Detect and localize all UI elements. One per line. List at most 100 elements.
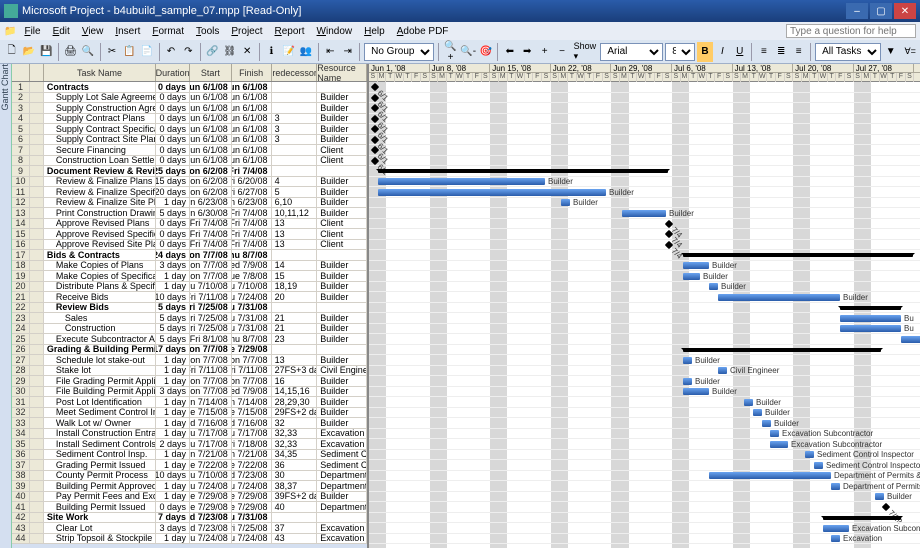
gantt-row[interactable]: Builder [369,187,920,198]
cut-icon[interactable]: ✂ [104,42,119,62]
col-header-ind[interactable] [30,64,44,81]
hide-icon[interactable]: − [554,42,569,62]
gantt-bar[interactable]: Builder [753,409,762,416]
table-row[interactable]: 40Pay Permit Fees and Excise Taxes1 dayT… [12,492,367,503]
table-row[interactable]: 6Supply Contract Site Plan0 daysSun 6/1/… [12,135,367,146]
gantt-bar[interactable]: Builder [683,357,692,364]
menu-view[interactable]: View [76,24,110,39]
table-row[interactable]: 24Construction5 daysFri 7/25/08Thu 7/31/… [12,324,367,335]
table-row[interactable]: 2Supply Lot Sale Agreement0 daysSun 6/1/… [12,93,367,104]
minimize-button[interactable]: – [846,3,868,19]
gantt-bar[interactable]: Builder [683,262,709,269]
gantt-bar[interactable] [823,516,901,520]
menu-window[interactable]: Window [311,24,359,39]
col-header-finish[interactable]: Finish [232,64,272,81]
zoom-in-icon[interactable]: 🔍+ [443,42,458,62]
gantt-row[interactable]: Builder [369,408,920,419]
table-row[interactable]: 29File Grading Permit Application1 dayMo… [12,376,367,387]
table-row[interactable]: 28Stake lot1 dayFri 7/11/08Fri 7/11/0827… [12,366,367,377]
gantt-row[interactable]: Builder [369,198,920,209]
show-label[interactable]: Show ▾ [574,41,597,62]
info-icon[interactable]: ℹ [264,42,279,62]
gantt-bar[interactable]: Department of Permits & [709,472,831,479]
table-row[interactable]: 19Make Copies of Specifications1 dayMon … [12,271,367,282]
align-right-icon[interactable]: ≡ [791,42,806,62]
gantt-bar[interactable]: Builder [718,294,840,301]
bold-icon[interactable]: B [697,42,712,62]
gantt-row[interactable]: Department of Permits [369,481,920,492]
gantt-bar[interactable]: Sediment Control Inspector [805,451,814,458]
filter-label[interactable]: ∀= [904,46,915,57]
open-icon[interactable]: 📂 [21,42,36,62]
menu-edit[interactable]: Edit [47,24,76,39]
underline-icon[interactable]: U [732,42,747,62]
table-row[interactable]: 11Review & Finalize Specifications20 day… [12,187,367,198]
gantt-bar[interactable]: 7/4 [665,230,673,238]
gantt-row[interactable]: 6/1 [369,93,920,104]
gantt-row[interactable]: 7/4 [369,229,920,240]
maximize-button[interactable]: ▢ [870,3,892,19]
table-row[interactable]: 39Building Permit Approved1 dayThu 7/24/… [12,481,367,492]
table-row[interactable]: 3Supply Construction Agreement0 daysSun … [12,103,367,114]
table-row[interactable]: 38County Permit Process10 daysThu 7/10/0… [12,471,367,482]
outdent-task-icon[interactable]: ⬅ [502,42,517,62]
gantt-bar[interactable]: 6/1 [371,125,379,133]
gantt-bar[interactable]: Builder [744,399,753,406]
gantt-bar[interactable]: Excavation [831,535,840,542]
gantt-bar[interactable]: 6/1 [371,83,379,91]
gantt-row[interactable]: Excavation [369,534,920,545]
gantt-bar[interactable]: Builder [683,388,709,395]
fontsize-select[interactable]: 8 [665,43,695,61]
gantt-row[interactable]: Builder [369,355,920,366]
align-center-icon[interactable]: ≣ [774,42,789,62]
col-header-res[interactable]: Resource Name [317,64,367,81]
outdent-icon[interactable]: ⇥ [340,42,355,62]
col-header-id[interactable] [12,64,30,81]
gantt-bar[interactable]: Sediment Control Inspector [814,462,823,469]
save-icon[interactable]: 💾 [39,42,54,62]
table-row[interactable]: 31Post Lot Identification1 dayMon 7/14/0… [12,397,367,408]
gantt-bar[interactable]: Builder [561,199,570,206]
zoom-out-icon[interactable]: 🔍- [460,42,476,62]
table-row[interactable]: 23Sales5 daysFri 7/25/08Thu 7/31/0821Bui… [12,313,367,324]
gantt-row[interactable]: Builder [369,282,920,293]
gantt-row[interactable]: 6/1 [369,135,920,146]
split-icon[interactable]: ✕ [240,42,255,62]
gantt-bar[interactable]: 6/1 [371,135,379,143]
gantt-row[interactable]: Builder [369,387,920,398]
menu-help[interactable]: Help [358,24,391,39]
col-header-start[interactable]: Start [190,64,232,81]
goto-icon[interactable]: 🎯 [478,42,493,62]
gantt-row[interactable]: Excavation Subcontractor [369,429,920,440]
gantt-bar[interactable] [901,336,920,343]
gantt-row[interactable] [369,250,920,261]
table-row[interactable]: 9Document Review & Revision25 daysMon 6/… [12,166,367,177]
table-row[interactable]: 16Approve Revised Site Plan0 daysFri 7/4… [12,240,367,251]
gantt-bar[interactable]: Builder [378,189,606,196]
gantt-row[interactable]: Builder [369,271,920,282]
gantt-bar[interactable] [378,169,668,173]
link-icon[interactable]: 🔗 [205,42,220,62]
gantt-row[interactable]: Builder [369,261,920,272]
table-row[interactable]: 4Supply Contract Plans0 daysSun 6/1/08Su… [12,114,367,125]
autofilter-icon[interactable]: ▼ [883,42,898,62]
undo-icon[interactable]: ↶ [163,42,178,62]
col-header-dur[interactable]: Duration [156,64,190,81]
menu-adobepdf[interactable]: Adobe PDF [391,24,455,39]
filter-select[interactable]: All Tasks [815,43,881,61]
table-row[interactable]: 42Site Work7 daysWed 7/23/08Thu 7/31/08 [12,513,367,524]
table-row[interactable]: 30File Building Permit Application3 days… [12,387,367,398]
gantt-row[interactable]: 7/29 [369,502,920,513]
gantt-row[interactable]: Builder [369,292,920,303]
gantt-row[interactable]: 6/1 [369,145,920,156]
table-row[interactable]: 18Make Copies of Plans3 daysMon 7/7/08We… [12,261,367,272]
table-row[interactable]: 36Sediment Control Insp.1 dayMon 7/21/08… [12,450,367,461]
gantt-bar[interactable]: 6/1 [371,104,379,112]
gantt-bar[interactable]: 6/1 [371,156,379,164]
table-row[interactable]: 26Grading & Building Permits17 daysMon 7… [12,345,367,356]
gantt-bar[interactable]: Excavation Subcontractor [770,430,779,437]
table-row[interactable]: 7Secure Financing0 daysSun 6/1/08Sun 6/1… [12,145,367,156]
redo-icon[interactable]: ↷ [181,42,196,62]
table-row[interactable]: 12Review & Finalize Site Plan1 dayMon 6/… [12,198,367,209]
indent-icon[interactable]: ⇤ [323,42,338,62]
